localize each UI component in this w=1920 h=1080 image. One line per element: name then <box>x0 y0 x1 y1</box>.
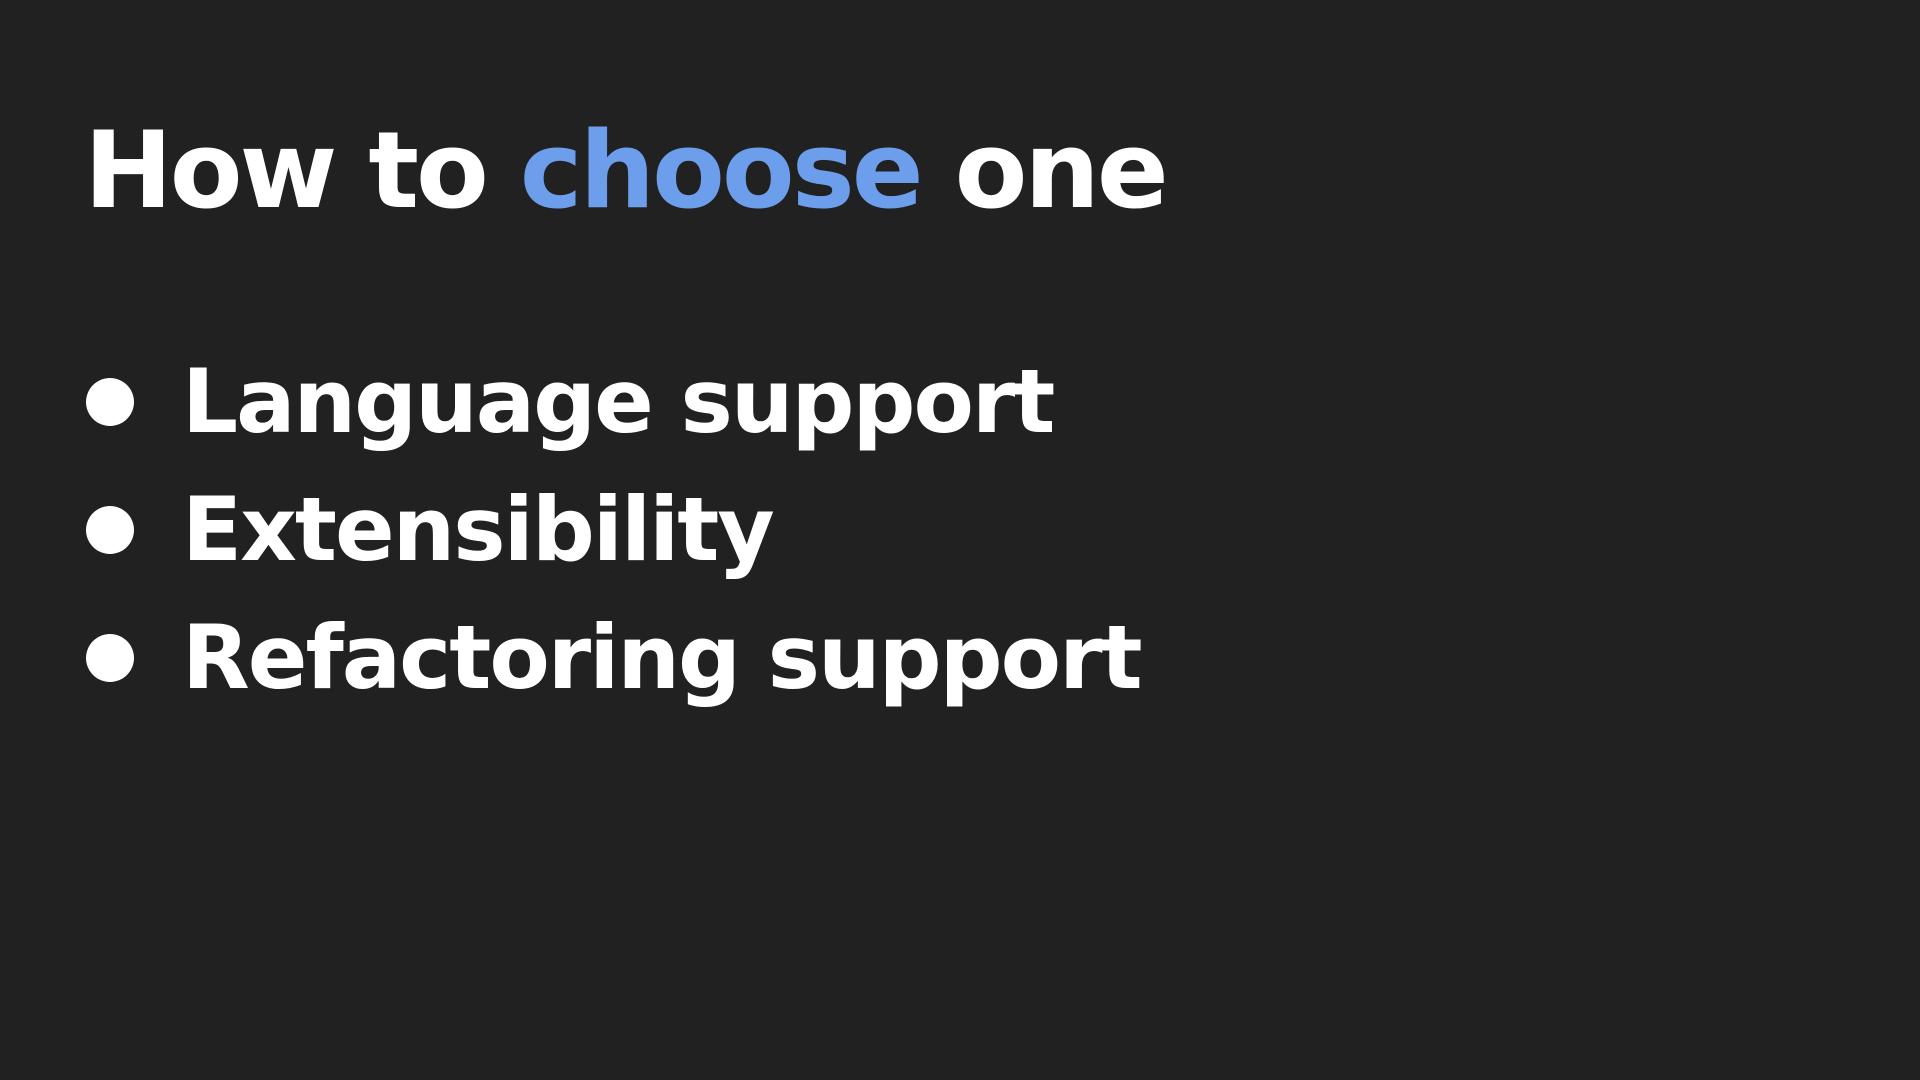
bullet-text: Refactoring support <box>182 606 1143 709</box>
bullet-item-language-support: Language support <box>86 338 1141 466</box>
bullet-list: Language support Extensibility Refactori… <box>86 338 1143 722</box>
bullet-item-extensibility: Extensibility <box>86 466 1141 594</box>
title-prefix: How to <box>84 109 520 232</box>
title-accent-word: choose <box>519 109 924 232</box>
bullet-text: Extensibility <box>182 478 775 581</box>
bullet-item-refactoring-support: Refactoring support <box>86 594 1143 722</box>
slide-title: How to choose one <box>84 118 1169 224</box>
bullet-dot-icon <box>86 634 134 682</box>
bullet-dot-icon <box>86 506 134 554</box>
slide: How to choose one Language support Exten… <box>0 0 1920 1080</box>
bullet-dot-icon <box>86 378 134 426</box>
bullet-text: Language support <box>182 350 1055 453</box>
title-suffix: one <box>920 109 1169 232</box>
